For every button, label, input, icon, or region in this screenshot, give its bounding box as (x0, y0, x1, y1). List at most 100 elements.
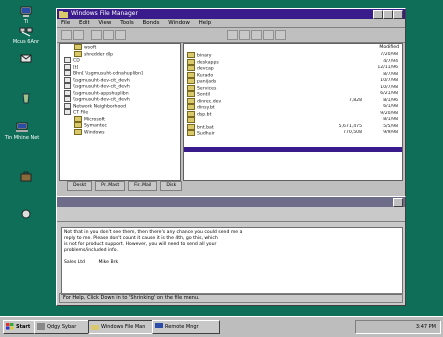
toolbar (57, 27, 405, 43)
drive-select-icon[interactable] (61, 30, 72, 40)
menu-tools[interactable]: Tools (120, 20, 134, 26)
signature-name: Mike Brk (98, 260, 119, 265)
message-toolbar (57, 207, 405, 222)
folder-icon (187, 84, 195, 91)
app-icon (37, 323, 45, 330)
taskbar-button-file-manager[interactable]: Windows File Man (88, 320, 162, 334)
signature: Sales Ltd Mike Brk (64, 260, 400, 266)
start-label: Start (16, 324, 31, 330)
cut-icon[interactable] (91, 30, 102, 40)
folder-icon (187, 52, 195, 58)
tree-item-label: shredder dlp (84, 52, 114, 57)
paste-icon[interactable] (115, 30, 126, 40)
drive-icon (64, 83, 71, 89)
briefcase-icon (20, 171, 32, 182)
selection-highlight (184, 147, 402, 152)
tab-desktop[interactable]: Deskt (67, 181, 93, 191)
menu-window[interactable]: Window (168, 20, 190, 26)
desktop-icon-label: Mcus 6Anr (12, 39, 40, 45)
menu-bar: File Edit View Tools Bonds Window Help (57, 19, 405, 27)
folder-icon (74, 128, 82, 135)
windows-logo-icon (6, 323, 14, 330)
view-list-icon[interactable] (251, 30, 262, 40)
menu-edit[interactable]: Edit (79, 20, 90, 26)
taskbar-label: Windows File Man (101, 324, 146, 330)
tab-fir-mail[interactable]: Fir..Mail (128, 181, 158, 191)
desktop-icon-shortcut[interactable] (4, 208, 48, 221)
close-button[interactable] (393, 198, 403, 207)
message-titlebar[interactable] (57, 197, 405, 207)
file-date: 9/9/98 (383, 130, 398, 135)
file-size: 770,508 (343, 130, 362, 135)
tree-item-label: Windows (84, 130, 105, 135)
drive-icon (64, 57, 71, 63)
file-list-pane[interactable]: Modified binary 7/20/98 deskapps 4/7/94 devc… (183, 43, 403, 181)
window-title: Windows File Manager (71, 10, 138, 17)
tree-item-label: \\sgmusuht-dev-cit_devh (73, 97, 130, 103)
taskbar: Start Qdgy Sybar Windows File Man Remote… (0, 316, 443, 337)
delete-icon[interactable] (275, 30, 286, 40)
drive-icon (64, 96, 71, 102)
window-titlebar[interactable]: Windows File Manager (57, 9, 405, 19)
folder-icon (187, 117, 195, 123)
folder-icon (187, 130, 195, 136)
drive-icon (64, 109, 71, 115)
desktop-icon-network[interactable]: Mcus 6Anr (4, 26, 48, 45)
folder-icon (187, 91, 195, 97)
maximize-button[interactable] (383, 10, 393, 19)
taskbar-label: Qdgy Sybar (47, 324, 77, 330)
folder-tree-pane[interactable]: wsoft shredder dlp CD [t] Bhn[ \\sgmusuht-cd… (59, 43, 181, 181)
message-body[interactable]: Not that in you don't see them, then the… (61, 227, 403, 295)
taskbar-button-remote[interactable]: Remote Mngr (152, 320, 220, 334)
file-list: binary 7/20/98 deskapps 4/7/94 devcap 12/11/9… (184, 44, 402, 137)
folder-icon (187, 97, 195, 104)
tree-item-label: Bhn[ \\sgmusuht-cdnahuplibn] (73, 71, 143, 77)
desktop-icon-recycle-bin[interactable] (4, 92, 48, 105)
folder-icon (187, 104, 195, 110)
folder-icon (187, 65, 195, 71)
desktop-icon-label: Tin Mhine Net (4, 135, 40, 141)
folder-icon (74, 122, 82, 128)
menu-file[interactable]: File (61, 20, 70, 26)
minimize-button[interactable] (373, 10, 383, 19)
drive-icon (64, 63, 71, 70)
folder-icon (91, 325, 99, 330)
view-small-icon[interactable] (239, 30, 250, 40)
file-name: Sudhuir (197, 131, 215, 137)
menu-bonds[interactable]: Bonds (143, 20, 160, 26)
system-tray: 3:47 PM (355, 320, 441, 334)
folder-tree: wsoft shredder dlp CD [t] Bhn[ \\sgmusuht-cd… (60, 44, 180, 135)
view-large-icon[interactable] (227, 30, 238, 40)
folder-icon (74, 50, 82, 57)
message-window: Not that in you don't see them, then the… (56, 196, 406, 306)
menu-view[interactable]: View (98, 20, 111, 26)
status-bar: For Help, Click Down in to 'Shrinking' o… (59, 293, 403, 303)
tab-disk[interactable]: Disk (160, 181, 183, 191)
copy-icon[interactable] (103, 30, 114, 40)
view-details-icon[interactable] (263, 30, 274, 40)
tab-pr-mast[interactable]: Pr..Mast (95, 181, 126, 191)
monitor-icon (155, 323, 163, 328)
clock[interactable]: 3:47 PM (416, 321, 436, 333)
up-folder-icon[interactable] (73, 30, 84, 40)
recycle-bin-icon (22, 93, 30, 104)
tab-strip: Deskt Pr..Mast Fir..Mail Disk (67, 181, 183, 191)
menu-help[interactable]: Help (199, 20, 212, 26)
close-button[interactable] (393, 10, 403, 19)
drive-icon (64, 89, 71, 96)
desktop-icon-my-computer[interactable]: Ti (4, 6, 48, 25)
inbox-icon (20, 54, 32, 63)
taskbar-label: Remote Mngr (165, 324, 199, 330)
desktop-icon-inbox[interactable] (4, 52, 48, 65)
my-computer-icon (20, 6, 32, 17)
tree-item[interactable]: Windows (60, 128, 180, 135)
folder-icon (187, 110, 195, 117)
file-row[interactable]: Sudhuir 770,508 9/9/98 (184, 130, 402, 137)
network-icon (19, 27, 33, 37)
column-header-modified[interactable]: Modified (379, 45, 399, 50)
folder-icon (187, 78, 195, 84)
desktop-icon-briefcase[interactable] (4, 170, 48, 183)
file-manager-window: Windows File Manager File Edit View Tool… (56, 8, 406, 210)
shortcut-icon (21, 209, 31, 219)
desktop-icon-network-neighborhood[interactable]: Tin Mhine Net (0, 122, 44, 141)
